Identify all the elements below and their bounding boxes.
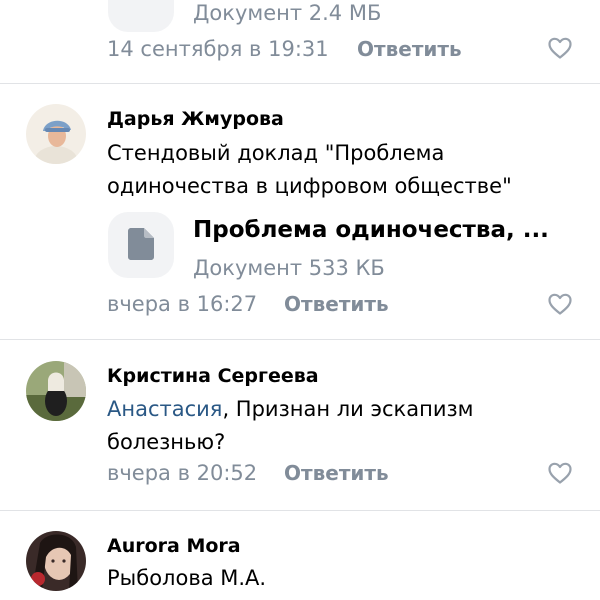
comment-text: Рыболова М.А. xyxy=(107,566,267,590)
like-icon[interactable] xyxy=(547,461,573,485)
comment-author[interactable]: Кристина Сергеева xyxy=(107,365,319,387)
comment-author[interactable]: Aurora Mora xyxy=(107,535,241,557)
comment-text: Стендовый доклад "Проблема одиночества в… xyxy=(107,141,512,198)
document-icon xyxy=(128,228,154,260)
avatar[interactable] xyxy=(26,531,86,591)
comment-date: вчера в 20:52 xyxy=(107,461,258,485)
attachment-icon-box[interactable] xyxy=(108,212,174,278)
reply-button[interactable]: Ответить xyxy=(284,292,389,316)
comment-divider xyxy=(0,339,600,340)
avatar[interactable] xyxy=(26,361,86,421)
avatar[interactable] xyxy=(26,104,86,164)
avatar-photo xyxy=(26,531,86,591)
top-comment-like-icon[interactable] xyxy=(547,36,573,60)
top-comment-reply-button[interactable]: Ответить xyxy=(357,37,462,61)
comment-text: Анастасия, Признан ли эскапизм болезнью? xyxy=(107,393,577,459)
top-comment-date: 14 сентября в 19:31 xyxy=(107,37,329,61)
comment-divider xyxy=(0,83,600,84)
comment-divider xyxy=(0,510,600,511)
avatar-photo xyxy=(26,104,86,164)
like-icon[interactable] xyxy=(547,292,573,316)
avatar-photo xyxy=(26,361,86,421)
comment-date: вчера в 16:27 xyxy=(107,292,258,316)
attachment-meta: Документ 533 КБ xyxy=(193,256,385,280)
top-attachment-icon-box[interactable] xyxy=(108,0,174,32)
comments-feed: Документ 2.4 МБ 14 сентября в 19:31 Отве… xyxy=(0,0,600,600)
mention-link[interactable]: Анастасия xyxy=(107,397,222,421)
reply-button[interactable]: Ответить xyxy=(284,461,389,485)
top-attachment-meta: Документ 2.4 МБ xyxy=(193,1,382,25)
comment-author[interactable]: Дарья Жмурова xyxy=(107,108,284,130)
attachment-name[interactable]: Проблема одиночества, ... xyxy=(193,217,549,243)
